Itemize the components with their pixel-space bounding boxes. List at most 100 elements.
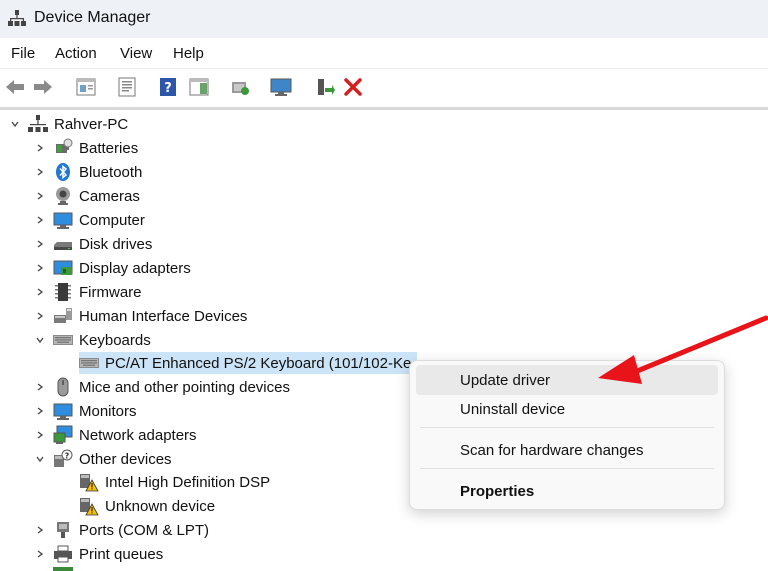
tree-item-display-adapters[interactable]: Display adapters — [35, 257, 191, 279]
keyboard-icon — [53, 330, 73, 350]
action-pane-icon[interactable] — [188, 76, 210, 98]
window-title: Device Manager — [34, 9, 151, 26]
disk-drive-icon — [53, 234, 73, 254]
svg-text:?: ? — [164, 81, 172, 96]
tree-item-label: Computer — [79, 211, 145, 229]
remove-device-icon[interactable] — [342, 76, 364, 98]
tree-item-label: Bluetooth — [79, 163, 143, 181]
menu-separator — [420, 427, 714, 428]
tree-root-label: Rahver-PC — [54, 115, 129, 133]
keyboard-icon — [79, 353, 99, 373]
menu-bar: File Action View Help — [0, 38, 768, 68]
tree-item-label: Batteries — [79, 139, 139, 157]
tree-item-print-queues[interactable]: Print queues — [35, 543, 163, 565]
tree-item-label: Ports (COM & LPT) — [79, 521, 210, 539]
device-manager-icon — [8, 9, 26, 27]
chevron-right-icon[interactable] — [35, 406, 45, 416]
tree-item-firmware[interactable]: Firmware — [35, 281, 142, 303]
tree-item-monitors[interactable]: Monitors — [35, 400, 137, 422]
svg-text:?: ? — [65, 452, 70, 461]
monitor-icon — [53, 401, 73, 421]
tree-item-label: Print queues — [79, 545, 164, 563]
title-bar: Device Manager — [0, 0, 768, 38]
tree-item-ports[interactable]: Ports (COM & LPT) — [35, 519, 209, 541]
chevron-right-icon[interactable] — [35, 549, 45, 559]
forward-arrow-icon[interactable] — [32, 76, 54, 98]
tree-item-cameras[interactable]: Cameras — [35, 185, 140, 207]
tree-item-other-devices[interactable]: ? Other devices — [35, 448, 172, 470]
toolbar: ? — [0, 68, 768, 110]
scan-hardware-icon[interactable] — [229, 76, 251, 98]
tree-item-batteries[interactable]: Batteries — [35, 137, 138, 159]
tree-item-ps2-keyboard[interactable]: PC/AT Enhanced PS/2 Keyboard (101/102-Ke — [79, 352, 418, 374]
battery-icon — [53, 138, 73, 158]
warning-device-icon — [79, 496, 99, 516]
chevron-down-icon[interactable] — [10, 119, 20, 129]
chevron-right-icon[interactable] — [35, 311, 45, 321]
tree-item-unknown-device[interactable]: Unknown device — [79, 495, 215, 517]
tree-item-label: Cameras — [79, 187, 140, 205]
annotation-arrow-icon — [598, 315, 768, 384]
help-icon[interactable]: ? — [157, 76, 179, 98]
tree-item-label: Disk drives — [79, 235, 153, 253]
tree-root[interactable]: Rahver-PC — [10, 113, 128, 135]
tree-item-label: Unknown device — [105, 497, 216, 515]
chevron-right-icon[interactable] — [35, 143, 45, 153]
tree-item-label: Monitors — [79, 402, 137, 420]
chevron-right-icon[interactable] — [35, 191, 45, 201]
chevron-right-icon[interactable] — [35, 167, 45, 177]
printer-icon — [53, 544, 73, 564]
menu-item-label: Update driver — [460, 371, 551, 389]
computer-icon — [53, 210, 73, 230]
monitor-icon[interactable] — [270, 76, 292, 98]
menu-file[interactable]: File — [11, 45, 35, 62]
menu-item-label: Properties — [460, 482, 535, 500]
properties-sheet-icon[interactable] — [75, 76, 97, 98]
back-arrow-icon[interactable] — [4, 76, 26, 98]
tree-item-network-adapters[interactable]: Network adapters — [35, 424, 197, 446]
tree-item-intel-dsp[interactable]: Intel High Definition DSP — [79, 471, 270, 493]
chevron-right-icon[interactable] — [35, 287, 45, 297]
tree-item-mice[interactable]: Mice and other pointing devices — [35, 376, 290, 398]
display-adapter-icon — [53, 258, 73, 278]
unknown-device-icon: ? — [53, 449, 73, 469]
computer-tree-icon — [28, 114, 48, 134]
tree-item-label: Network adapters — [79, 426, 197, 444]
chevron-right-icon[interactable] — [35, 263, 45, 273]
chevron-right-icon[interactable] — [35, 215, 45, 225]
tree-item-label: Keyboards — [79, 331, 151, 349]
partial-tree-icon — [53, 567, 73, 571]
chevron-right-icon[interactable] — [35, 525, 45, 535]
hid-icon — [53, 306, 73, 326]
menu-action[interactable]: Action — [55, 45, 97, 62]
enable-device-icon[interactable] — [313, 76, 335, 98]
port-icon — [53, 520, 73, 540]
tree-item-human-interface-devices[interactable]: Human Interface Devices — [35, 305, 247, 327]
chevron-right-icon[interactable] — [35, 239, 45, 249]
menu-item-uninstall-device[interactable]: Uninstall device — [416, 394, 718, 424]
tree-item-label: Display adapters — [79, 259, 191, 277]
tree-item-keyboards[interactable]: Keyboards — [35, 329, 151, 351]
camera-icon — [53, 186, 73, 206]
update-driver-sheet-icon[interactable] — [116, 76, 138, 98]
warning-device-icon — [79, 472, 99, 492]
mouse-icon — [53, 377, 73, 397]
menu-item-properties[interactable]: Properties — [416, 476, 718, 506]
menu-view[interactable]: View — [120, 45, 152, 62]
menu-item-label: Uninstall device — [460, 400, 566, 418]
tree-item-computer[interactable]: Computer — [35, 209, 145, 231]
tree-item-label: Other devices — [79, 450, 172, 468]
tree-item-disk-drives[interactable]: Disk drives — [35, 233, 152, 255]
tree-item-bluetooth[interactable]: Bluetooth — [35, 161, 142, 183]
firmware-chip-icon — [53, 282, 73, 302]
menu-help[interactable]: Help — [173, 45, 204, 62]
chevron-down-icon[interactable] — [35, 454, 45, 464]
tree-item-label: Intel High Definition DSP — [105, 473, 271, 491]
menu-separator — [420, 468, 714, 469]
network-adapter-icon — [53, 425, 73, 445]
menu-item-scan-hardware[interactable]: Scan for hardware changes — [416, 435, 718, 465]
chevron-down-icon[interactable] — [35, 335, 45, 345]
menu-item-label: Scan for hardware changes — [460, 441, 644, 459]
chevron-right-icon[interactable] — [35, 430, 45, 440]
chevron-right-icon[interactable] — [35, 382, 45, 392]
